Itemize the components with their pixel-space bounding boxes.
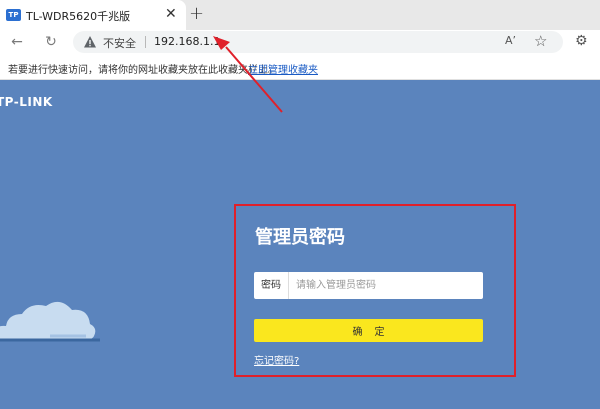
not-secure-label[interactable]: 不安全: [103, 35, 136, 51]
password-row: 密码: [254, 272, 483, 299]
panel-title: 管理员密码: [255, 227, 345, 248]
router-login-page: TP-LINK 管理员密码 密码 确定 忘记密码?: [0, 80, 600, 409]
tplink-logo: TP-LINK: [0, 95, 53, 109]
login-panel: 管理员密码 密码 确定 忘记密码?: [234, 204, 516, 377]
manage-favorites-link[interactable]: 立即管理收藏夹: [248, 61, 318, 76]
extensions-icon[interactable]: ⚙: [575, 33, 588, 49]
favorites-bar-hint: 若要进行快速访问，请将你的网址收藏夹放在此收藏夹栏上。: [8, 65, 278, 76]
password-input[interactable]: [290, 272, 483, 299]
url-text[interactable]: 192.168.1.1: [154, 35, 220, 48]
favorite-star-icon[interactable]: ☆: [534, 32, 547, 50]
cloud-illustration-icon: [0, 301, 100, 342]
favorites-bar: 若要进行快速访问，请将你的网址收藏夹放在此收藏夹栏上。 立即管理收藏夹: [0, 54, 600, 80]
read-aloud-icon[interactable]: A’: [505, 34, 516, 47]
tab-router[interactable]: TP TL-WDR5620千兆版 ✕: [0, 0, 186, 30]
tplink-favicon-icon: TP: [6, 9, 21, 21]
close-tab-icon[interactable]: ✕: [165, 6, 177, 22]
back-arrow-icon[interactable]: ←: [8, 33, 26, 51]
password-label: 密码: [254, 272, 289, 299]
warning-triangle-icon[interactable]: [83, 35, 97, 49]
browser-toolbar: ← ↻ 不安全 192.168.1.1 A’ ☆ ⚙: [0, 30, 600, 54]
address-bar[interactable]: 不安全 192.168.1.1 A’ ☆: [73, 31, 563, 53]
reload-icon[interactable]: ↻: [42, 33, 60, 51]
confirm-button[interactable]: 确定: [254, 319, 483, 342]
new-tab-icon[interactable]: +: [189, 3, 204, 25]
address-separator: [145, 36, 146, 48]
tab-strip: TP TL-WDR5620千兆版 ✕ +: [0, 0, 600, 30]
forgot-password-link[interactable]: 忘记密码?: [254, 352, 299, 367]
tab-title: TL-WDR5620千兆版: [26, 10, 131, 23]
